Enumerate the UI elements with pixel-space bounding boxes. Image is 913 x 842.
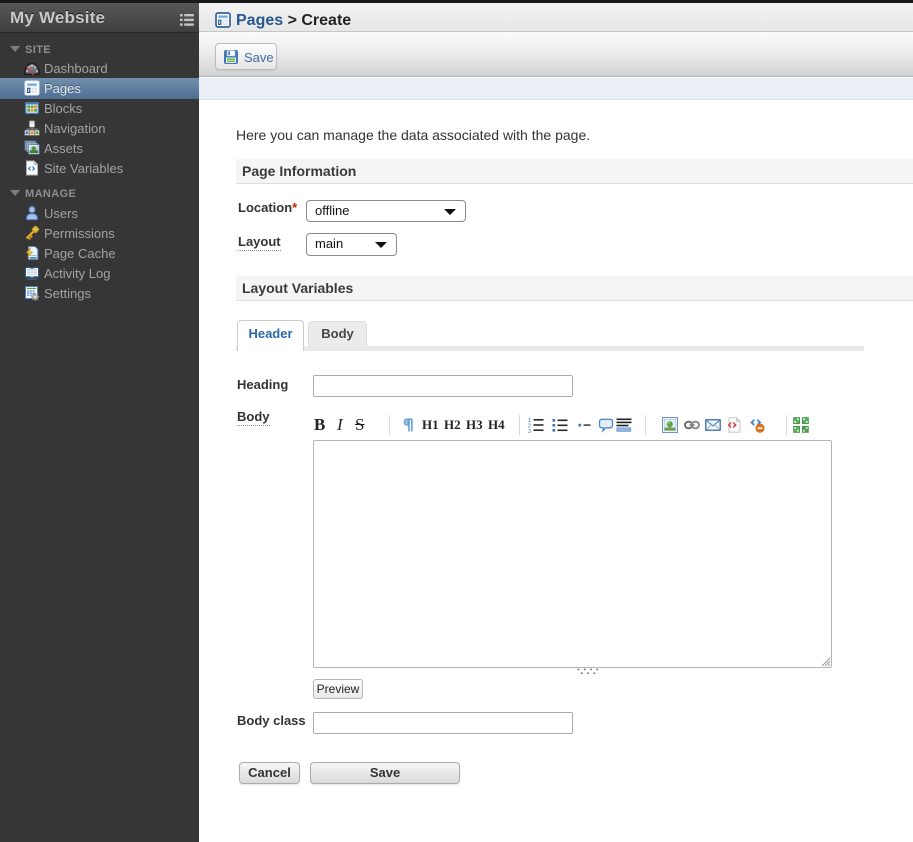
svg-text:3: 3 <box>528 429 531 433</box>
